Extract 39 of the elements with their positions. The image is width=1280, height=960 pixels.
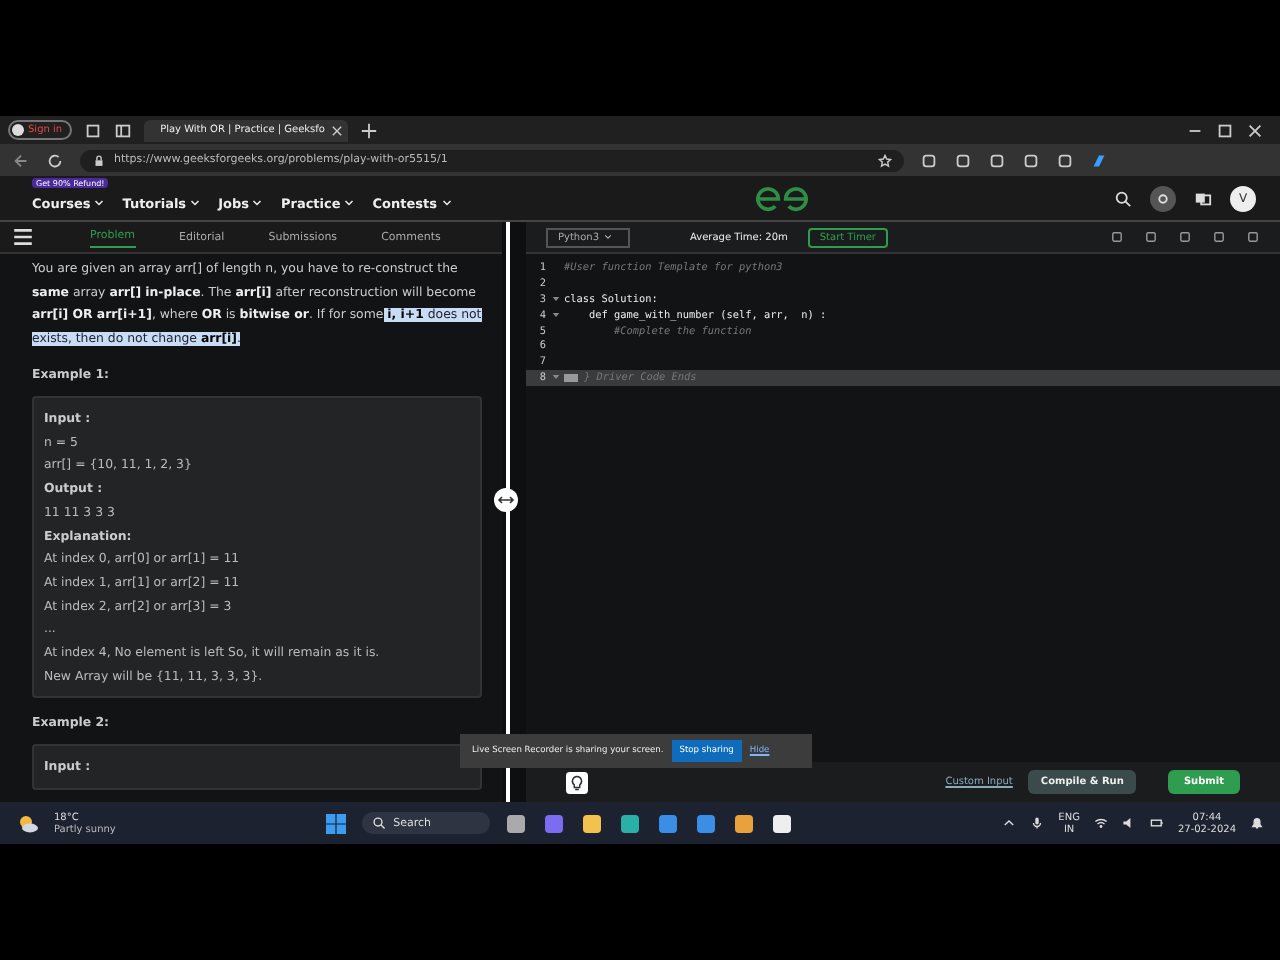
caret-icon [603,233,612,240]
menu-icon[interactable] [12,226,34,248]
caret-icon [190,200,201,207]
close-tab-icon[interactable] [330,123,345,137]
maximize-icon[interactable] [1216,121,1234,139]
volume-icon[interactable] [1121,816,1136,830]
new-tab-icon[interactable] [360,121,379,139]
weather-icon[interactable] [16,811,40,835]
lightbulb-icon[interactable] [566,771,588,793]
search-icon [371,816,386,830]
caret-icon [252,200,263,207]
theme-toggle-icon[interactable] [1150,185,1177,211]
start-icon[interactable] [323,811,348,835]
battery-icon[interactable] [1149,816,1164,830]
fold-icon[interactable] [551,374,559,380]
caret-icon [94,200,105,207]
resize-handle-icon[interactable] [494,488,518,512]
taskbar-app-icon[interactable] [504,811,529,835]
star-icon[interactable] [878,153,892,167]
lock-icon [92,153,106,167]
notification-bell-icon[interactable] [1250,816,1265,830]
caret-icon [441,200,452,207]
close-icon[interactable] [1246,121,1264,139]
taskbar-app-icon[interactable] [770,811,795,835]
taskbar-app-icon[interactable] [732,811,757,835]
caret-icon [344,200,355,207]
search-icon[interactable] [1114,189,1133,207]
fold-icon[interactable] [551,296,559,302]
folded-code-marker[interactable] [564,373,578,381]
microphone-icon[interactable] [1030,816,1045,830]
gfg-logo-icon[interactable] [754,185,811,211]
taskbar-app-icon[interactable] [580,811,605,835]
tab-actions-icon[interactable] [114,121,133,139]
back-icon[interactable] [12,151,30,169]
refresh-icon[interactable] [46,151,64,169]
chevron-up-icon[interactable] [1002,816,1017,830]
fold-icon[interactable] [551,312,559,318]
taskbar-app-icon[interactable] [618,811,643,835]
wifi-icon[interactable] [1093,816,1108,830]
